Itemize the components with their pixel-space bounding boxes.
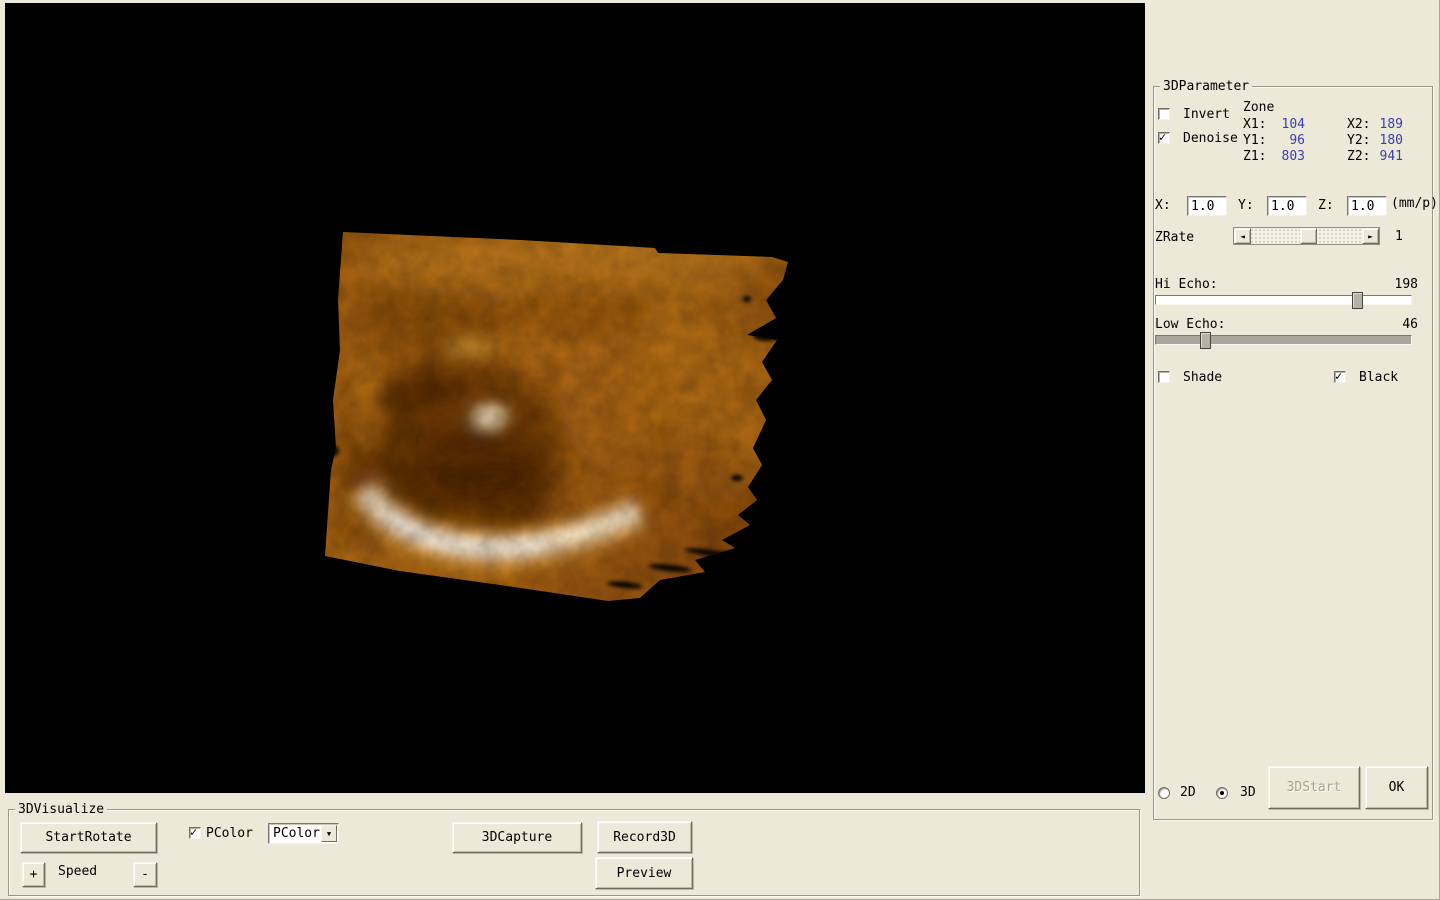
hi-echo-label: Hi Echo: <box>1155 277 1218 292</box>
zone-y1-value: 96 <box>1289 133 1305 148</box>
z-scale-label: Z: <box>1318 198 1334 213</box>
dropdown-arrow-icon[interactable]: ▼ <box>321 825 337 842</box>
y-scale-label: Y: <box>1238 198 1254 213</box>
parameter-group-title: 3DParameter <box>1160 79 1253 94</box>
x-scale-input[interactable] <box>1187 196 1227 216</box>
y-scale-input[interactable] <box>1267 196 1307 216</box>
speed-label: Speed <box>58 864 98 879</box>
zrate-scrollbar-thumb[interactable] <box>1300 228 1317 244</box>
mode-3d-radio[interactable] <box>1216 787 1228 799</box>
zone-z1-label: Z1: <box>1243 149 1267 164</box>
hi-echo-slider-thumb[interactable] <box>1352 292 1363 309</box>
hi-echo-slider-track[interactable] <box>1155 295 1412 305</box>
zone-z2-value: 941 <box>1379 149 1403 164</box>
zrate-left-arrow-icon[interactable]: ◄ <box>1234 228 1251 244</box>
pcolor-dropdown-value: PColor <box>273 826 320 841</box>
ok-button[interactable]: OK <box>1365 766 1428 809</box>
start-rotate-button[interactable]: StartRotate <box>20 822 157 853</box>
zone-x1-label: X1: <box>1243 117 1267 132</box>
low-echo-slider-thumb[interactable] <box>1200 332 1211 349</box>
zrate-label: ZRate <box>1155 230 1195 245</box>
invert-checkbox[interactable] <box>1158 108 1170 120</box>
low-echo-slider-track[interactable] <box>1155 335 1412 345</box>
preview-button[interactable]: Preview <box>595 857 693 889</box>
hi-echo-value: 198 <box>1394 277 1418 292</box>
zone-x2-label: X2: <box>1347 117 1371 132</box>
zrate-value: 1 <box>1395 229 1403 244</box>
ultrasound-3d-render <box>325 232 788 601</box>
record3d-button[interactable]: Record3D <box>597 821 692 853</box>
black-label: Black <box>1359 370 1399 385</box>
3dcapture-button[interactable]: 3DCapture <box>452 822 582 853</box>
pcolor-dropdown[interactable]: PColor ▼ <box>268 823 339 844</box>
mode-2d-label: 2D <box>1180 785 1196 800</box>
zone-z1-value: 803 <box>1281 149 1305 164</box>
parameter-panel: 3DParameter Invert Denoise Zone X1: 104 … <box>1147 0 1440 900</box>
render-viewport[interactable] <box>5 3 1145 793</box>
denoise-checkbox[interactable] <box>1158 130 1170 144</box>
visualize-panel: 3DVisualize StartRotate PColor PColor ▼ … <box>0 793 1147 900</box>
3dstart-button[interactable]: 3DStart <box>1268 766 1360 809</box>
zone-x1-value: 104 <box>1281 117 1305 132</box>
shade-checkbox[interactable] <box>1158 371 1170 383</box>
speed-minus-button[interactable]: - <box>133 862 157 887</box>
zrate-scrollbar[interactable]: ◄ ► <box>1233 227 1380 245</box>
pcolor-checkbox[interactable] <box>189 825 201 839</box>
visualize-group-title: 3DVisualize <box>15 802 108 817</box>
zone-y2-label: Y2: <box>1347 133 1371 148</box>
zrate-right-arrow-icon[interactable]: ► <box>1362 228 1379 244</box>
shade-label: Shade <box>1183 370 1223 385</box>
denoise-label: Denoise <box>1183 131 1238 146</box>
pcolor-label: PColor <box>206 826 253 841</box>
zone-z2-label: Z2: <box>1347 149 1371 164</box>
zone-title: Zone <box>1243 100 1275 115</box>
invert-label: Invert <box>1183 107 1230 122</box>
z-scale-input[interactable] <box>1347 196 1387 216</box>
app-window: { "param_panel": { "title": "3DParameter… <box>0 0 1440 900</box>
low-echo-value: 46 <box>1402 317 1418 332</box>
low-echo-label: Low Echo: <box>1155 317 1226 332</box>
zone-y1-label: Y1: <box>1243 133 1267 148</box>
x-scale-label: X: <box>1155 198 1171 213</box>
scale-unit-label: (mm/p) <box>1391 196 1438 211</box>
black-checkbox[interactable] <box>1334 369 1346 383</box>
zone-y2-value: 180 <box>1379 133 1403 148</box>
speed-plus-button[interactable]: + <box>22 862 45 887</box>
mode-3d-label: 3D <box>1240 785 1256 800</box>
zone-x2-value: 189 <box>1379 117 1403 132</box>
mode-2d-radio[interactable] <box>1158 787 1170 799</box>
